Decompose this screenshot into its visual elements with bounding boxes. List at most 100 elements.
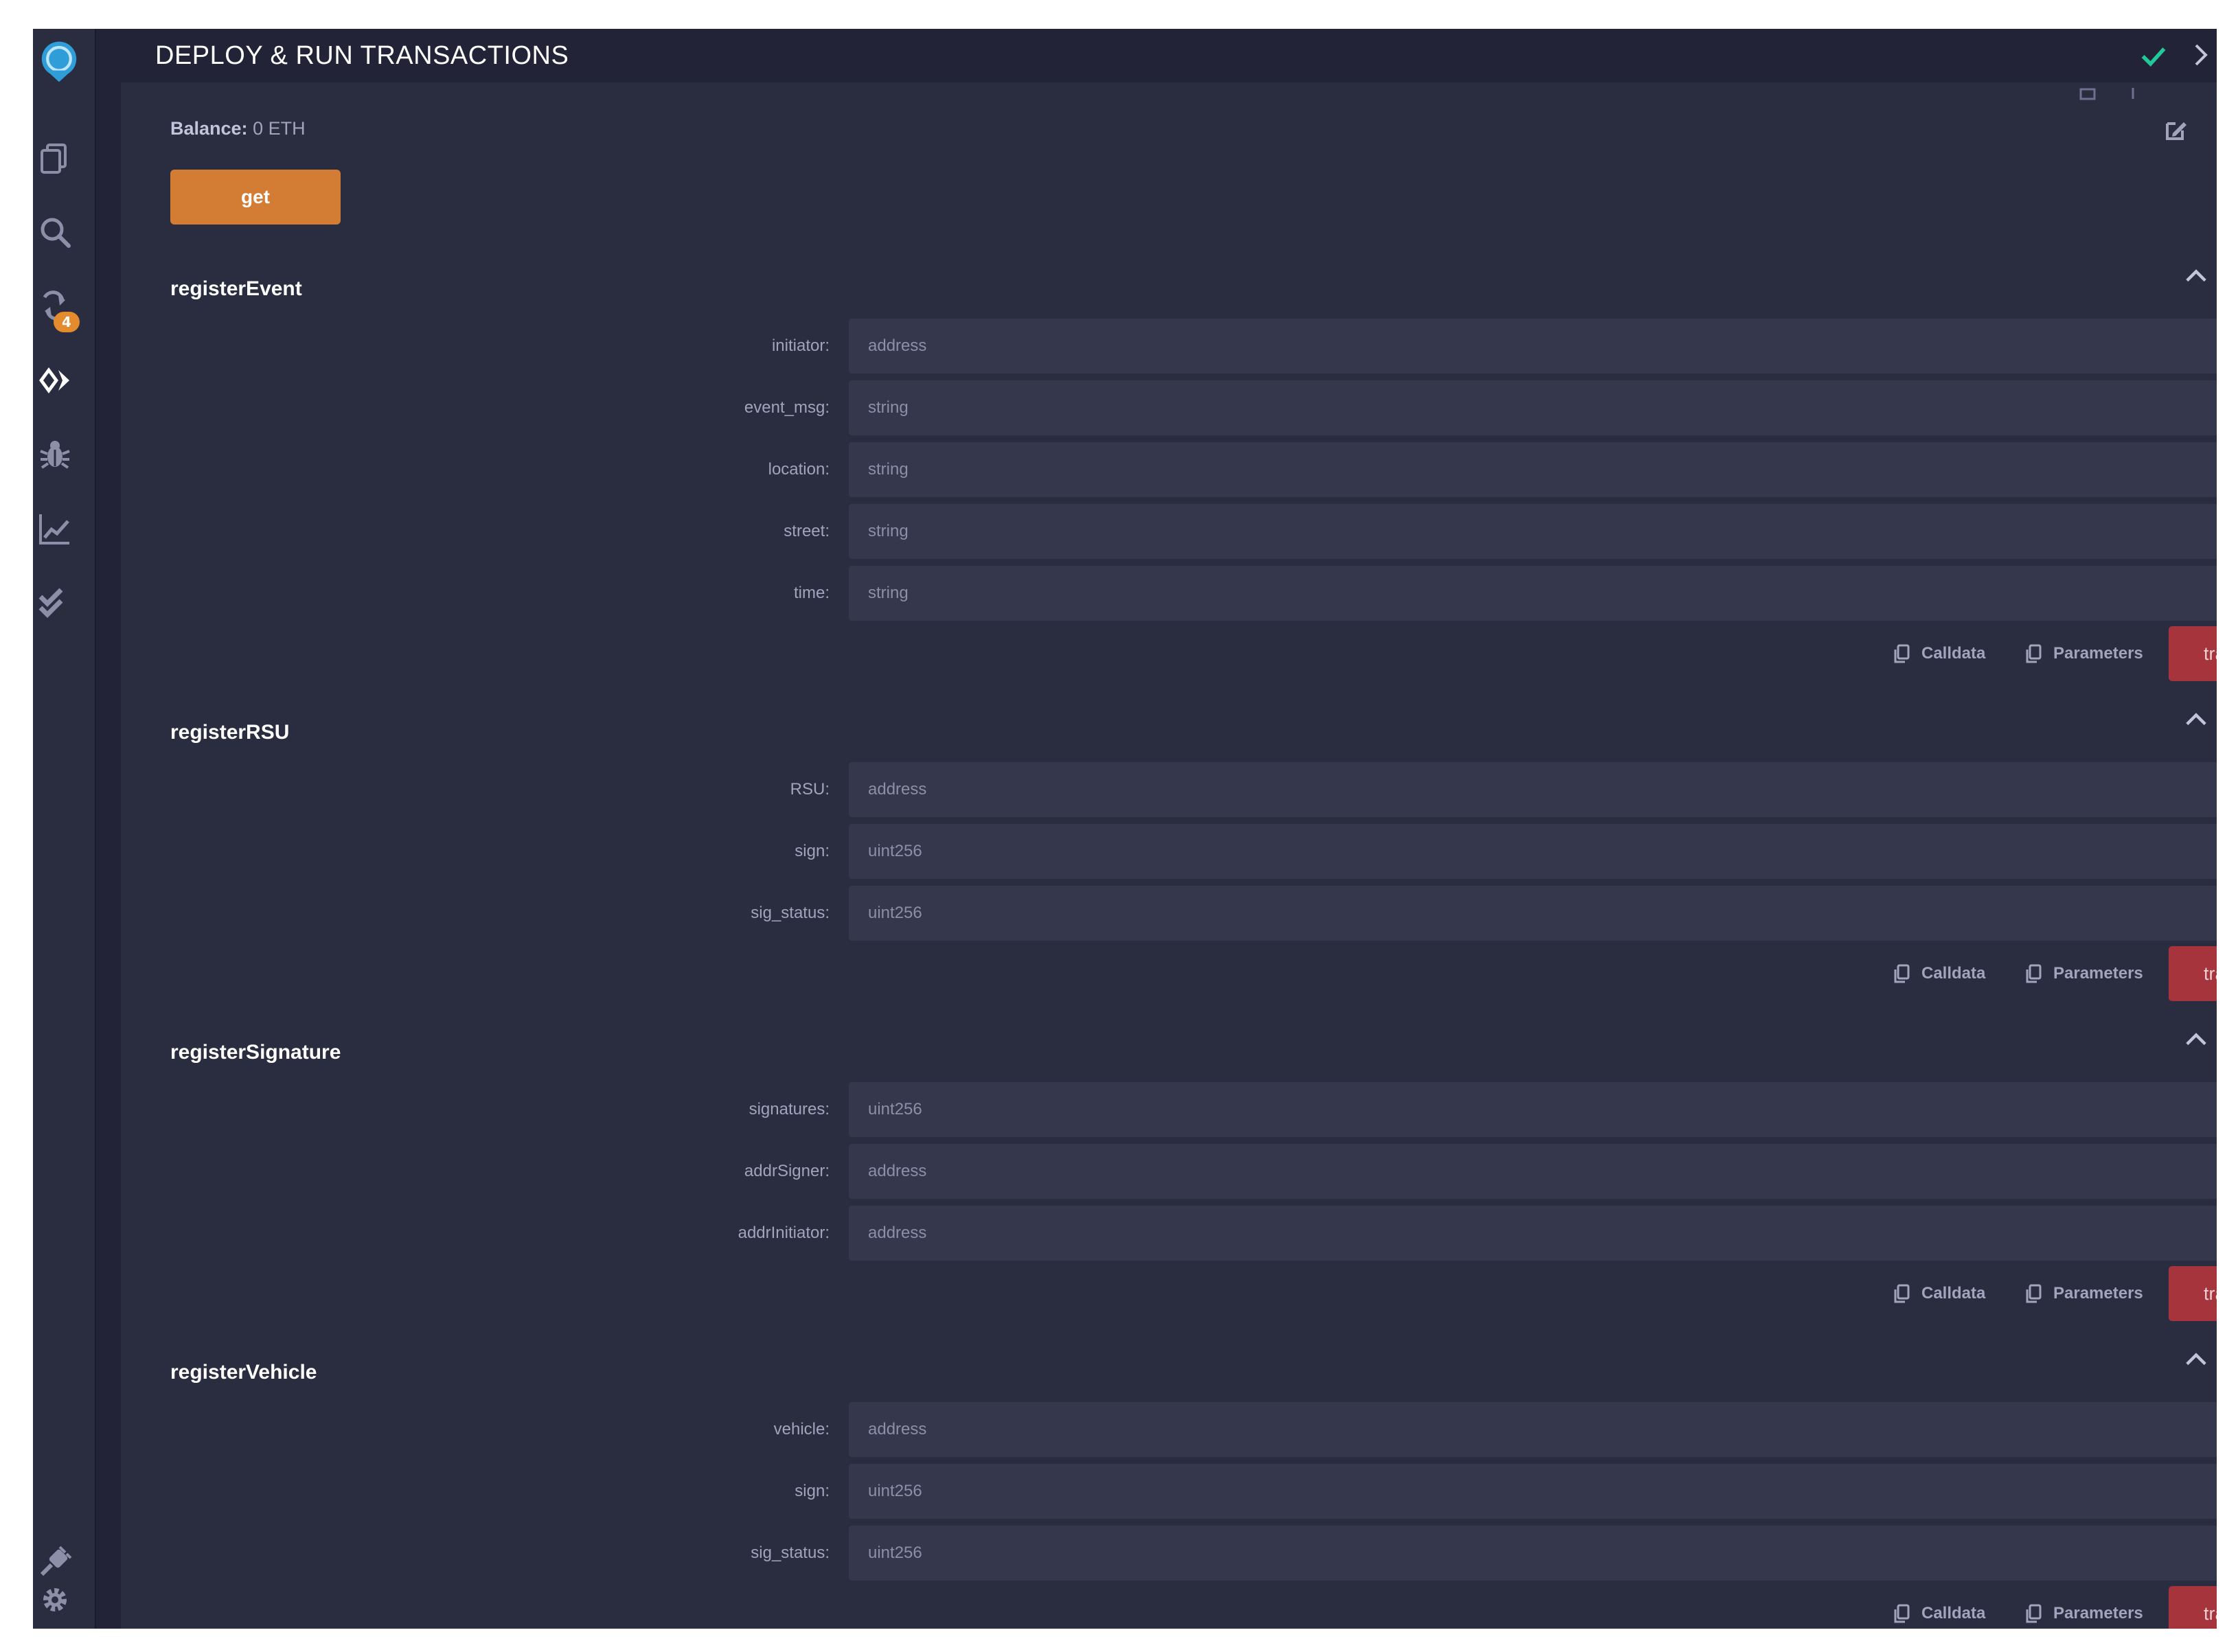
remix-logo-icon[interactable] <box>33 36 85 88</box>
copy-calldata-button[interactable]: Calldata <box>1891 1586 1985 1629</box>
transact-button[interactable]: transact <box>2169 1586 2217 1629</box>
chevron-up-icon[interactable] <box>2181 261 2211 291</box>
param-label: initiator: <box>771 336 830 355</box>
icon-sidebar: 4 <box>33 29 96 1629</box>
file-explorer-icon[interactable] <box>33 136 77 180</box>
rsu-input[interactable] <box>849 762 2217 817</box>
param-label: event_msg: <box>744 398 830 417</box>
copy-icon <box>1894 644 1910 663</box>
addr-signer-input[interactable] <box>849 1144 2217 1199</box>
parameters-label: Parameters <box>2053 964 2143 983</box>
location-input[interactable] <box>849 442 2217 497</box>
function-actions: Calldata Parameters transact <box>170 1586 2217 1629</box>
event-msg-input[interactable] <box>849 380 2217 435</box>
chevron-up-icon[interactable] <box>2181 704 2211 735</box>
function-actions: Calldata Parameters transact <box>170 626 2217 681</box>
chevron-up-icon[interactable] <box>2181 1344 2211 1375</box>
time-input[interactable] <box>849 566 2217 621</box>
function-name: registerEvent <box>170 277 302 300</box>
param-label: location: <box>768 460 830 479</box>
function-actions: Calldata Parameters transact <box>170 946 2217 1001</box>
copy-icon <box>1894 1284 1910 1303</box>
param-row: sig_status: <box>170 1526 2217 1581</box>
sig-status-input[interactable] <box>849 1526 2217 1581</box>
param-label: sign: <box>795 1482 830 1500</box>
copy-icon <box>2026 964 2042 983</box>
calldata-label: Calldata <box>1921 1284 1986 1303</box>
param-row: sign: <box>170 824 2217 879</box>
edit-icon[interactable] <box>2162 117 2189 144</box>
analytics-icon[interactable] <box>33 507 77 551</box>
param-label: time: <box>793 584 830 602</box>
sign-input[interactable] <box>849 824 2217 879</box>
calldata-label: Calldata <box>1921 1604 1986 1622</box>
addr-initiator-input[interactable] <box>849 1206 2217 1261</box>
plugin-manager-icon[interactable] <box>33 1539 77 1583</box>
debugger-icon[interactable] <box>33 433 77 477</box>
notification-badge: 4 <box>54 312 80 332</box>
transact-button[interactable]: transact <box>2169 1266 2217 1321</box>
param-row: location: <box>170 442 2217 497</box>
copy-icon <box>2026 1284 2042 1303</box>
param-row: event_msg: <box>170 380 2217 435</box>
param-row: signatures: <box>170 1082 2217 1137</box>
panel-title: DEPLOY & RUN TRANSACTIONS <box>155 41 569 70</box>
chevron-up-icon[interactable] <box>2181 1024 2211 1055</box>
param-row: RSU: <box>170 762 2217 817</box>
param-row: street: <box>170 504 2217 559</box>
panel-header: DEPLOY & RUN TRANSACTIONS <box>121 29 2217 82</box>
signatures-input[interactable] <box>849 1082 2217 1137</box>
balance-value: 0 ETH <box>253 118 306 139</box>
chevron-right-icon[interactable] <box>2188 38 2215 71</box>
copy-parameters-button[interactable]: Parameters <box>2023 626 2143 681</box>
param-row: initiator: <box>170 319 2217 374</box>
function-name: registerVehicle <box>170 1361 317 1384</box>
balance-label: Balance: <box>170 118 248 139</box>
copy-parameters-button[interactable]: Parameters <box>2023 1586 2143 1629</box>
param-label: addrInitiator: <box>738 1224 830 1242</box>
copy-calldata-button[interactable]: Calldata <box>1891 626 1985 681</box>
param-row: sig_status: <box>170 886 2217 941</box>
function-actions: Calldata Parameters transact <box>170 1266 2217 1321</box>
initiator-input[interactable] <box>849 319 2217 374</box>
balance-text: Balance: 0 ETH <box>170 118 306 139</box>
street-input[interactable] <box>849 504 2217 559</box>
copy-icon <box>1894 1604 1910 1623</box>
param-label: RSU: <box>790 780 830 799</box>
deploy-run-icon[interactable] <box>33 358 77 402</box>
get-button[interactable]: get <box>170 170 341 225</box>
copy-calldata-button[interactable]: Calldata <box>1891 1266 1985 1321</box>
sign-input[interactable] <box>849 1464 2217 1519</box>
partially-hidden-toolbar-icons <box>2079 88 2134 100</box>
param-label: sign: <box>795 842 830 860</box>
copy-icon <box>1894 964 1910 983</box>
search-icon[interactable] <box>33 210 77 254</box>
transact-button[interactable]: transact <box>2169 946 2217 1001</box>
vehicle-input[interactable] <box>849 1402 2217 1457</box>
param-label: vehicle: <box>773 1420 830 1438</box>
unit-test-icon[interactable] <box>33 581 77 625</box>
param-row: sign: <box>170 1464 2217 1519</box>
param-label: sig_status: <box>751 1544 830 1562</box>
copy-icon <box>2026 644 2042 663</box>
parameters-label: Parameters <box>2053 644 2143 663</box>
deploy-run-panel: DEPLOY & RUN TRANSACTIONS Balance: 0 ETH… <box>121 29 2217 1629</box>
copy-icon <box>2026 1604 2042 1623</box>
checkmark-icon <box>2141 47 2166 67</box>
copy-parameters-button[interactable]: Parameters <box>2023 946 2143 1001</box>
param-label: signatures: <box>749 1100 830 1118</box>
copy-calldata-button[interactable]: Calldata <box>1891 946 1985 1001</box>
param-label: addrSigner: <box>744 1162 830 1180</box>
parameters-label: Parameters <box>2053 1284 2143 1303</box>
settings-icon[interactable] <box>33 1578 77 1622</box>
transact-button[interactable]: transact <box>2169 626 2217 681</box>
parameters-label: Parameters <box>2053 1604 2143 1622</box>
function-name: registerSignature <box>170 1041 341 1064</box>
git-icon[interactable]: 4 <box>33 284 80 332</box>
calldata-label: Calldata <box>1921 964 1986 983</box>
sig-status-input[interactable] <box>849 886 2217 941</box>
app-window: 4 DEPLOY & RUN TRANSACTIONS Balance: 0 E… <box>33 29 2217 1629</box>
param-row: time: <box>170 566 2217 621</box>
copy-parameters-button[interactable]: Parameters <box>2023 1266 2143 1321</box>
function-name: registerRSU <box>170 721 290 744</box>
